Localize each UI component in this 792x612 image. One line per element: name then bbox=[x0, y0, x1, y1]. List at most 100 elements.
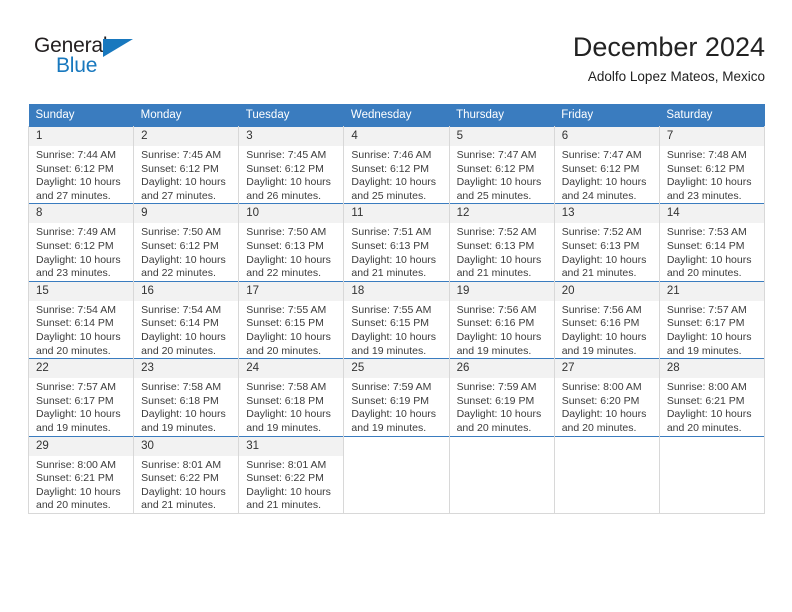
day-sun-info: Sunrise: 7:56 AM Sunset: 6:16 PM Daylight:… bbox=[450, 301, 554, 358]
daylight-duration-line2: and 19 minutes. bbox=[141, 421, 216, 434]
calendar-day-cell[interactable]: 3 Sunrise: 7:45 AM Sunset: 6:12 PM Daylight… bbox=[238, 125, 345, 204]
sunrise-time: Sunrise: 7:56 AM bbox=[561, 303, 642, 316]
day-number: 21 bbox=[659, 281, 764, 301]
calendar-day-cell[interactable]: 27 Sunrise: 8:00 AM Sunset: 6:20 PM Dayligh… bbox=[554, 358, 660, 436]
sunset-time: Sunset: 6:13 PM bbox=[456, 239, 535, 252]
calendar-day-cell[interactable]: 25 Sunrise: 7:59 AM Sunset: 6:19 PM Dayligh… bbox=[343, 358, 450, 436]
sunset-time: Sunset: 6:12 PM bbox=[36, 239, 114, 252]
day-sun-info: Sunrise: 7:50 AM Sunset: 6:13 PM Daylight:… bbox=[239, 223, 343, 280]
title-block: December 2024 Adolfo Lopez Mateos, Mexic… bbox=[573, 30, 765, 87]
calendar-day-cell[interactable]: 29 Sunrise: 8:00 AM Sunset: 6:21 PM Dayligh… bbox=[27, 435, 135, 514]
daylight-duration-line1: Daylight: 10 hours bbox=[36, 485, 121, 498]
day-number: 3 bbox=[239, 127, 344, 146]
calendar-day-cell[interactable]: 23 Sunrise: 7:58 AM Sunset: 6:18 PM Dayligh… bbox=[133, 358, 240, 436]
daylight-duration-line2: and 25 minutes. bbox=[351, 189, 427, 202]
daylight-duration-line2: and 25 minutes. bbox=[456, 189, 532, 202]
day-sun-info: Sunrise: 7:51 AM Sunset: 6:13 PM Daylight:… bbox=[344, 223, 448, 280]
calendar-day-cell[interactable]: 5 Sunrise: 7:47 AM Sunset: 6:12 PM Daylight… bbox=[449, 125, 555, 204]
day-number: 14 bbox=[659, 204, 764, 224]
daylight-duration-line1: Daylight: 10 hours bbox=[351, 408, 437, 421]
page-title: December 2024 bbox=[572, 32, 765, 62]
day-number: 10 bbox=[239, 204, 344, 224]
calendar-day-cell[interactable]: 11 Sunrise: 7:51 AM Sunset: 6:13 PM Dayligh… bbox=[343, 203, 450, 282]
calendar-day-cell[interactable]: 28 Sunrise: 8:00 AM Sunset: 6:21 PM Dayligh… bbox=[659, 358, 766, 436]
sunrise-time: Sunrise: 8:00 AM bbox=[561, 381, 642, 394]
daylight-duration-line2: and 20 minutes. bbox=[666, 421, 742, 434]
day-number: 27 bbox=[554, 359, 659, 379]
sunrise-time: Sunrise: 7:52 AM bbox=[561, 226, 642, 239]
page-header: General Blue December 2024 Adolfo Lopez … bbox=[28, 30, 765, 96]
day-number: 5 bbox=[449, 127, 554, 146]
sunset-time: Sunset: 6:17 PM bbox=[666, 317, 745, 330]
day-number: 4 bbox=[344, 127, 449, 146]
sunrise-time: Sunrise: 7:45 AM bbox=[141, 149, 222, 161]
daylight-duration-line2: and 20 minutes. bbox=[456, 421, 532, 434]
sunrise-time: Sunrise: 7:45 AM bbox=[246, 149, 327, 161]
day-number: 13 bbox=[554, 204, 659, 224]
calendar-day-cell[interactable]: 8 Sunrise: 7:49 AM Sunset: 6:12 PM Daylight… bbox=[27, 203, 135, 282]
daylight-duration-line2: and 19 minutes. bbox=[561, 344, 637, 357]
sunrise-time: Sunrise: 7:54 AM bbox=[141, 303, 222, 316]
daylight-duration-line1: Daylight: 10 hours bbox=[141, 330, 226, 343]
calendar-header-row: Sunday Monday Tuesday Wednesday Thursday… bbox=[28, 104, 765, 127]
sunset-time: Sunset: 6:12 PM bbox=[666, 162, 745, 175]
sunrise-time: Sunrise: 7:54 AM bbox=[36, 303, 116, 316]
sunrise-time: Sunrise: 7:48 AM bbox=[666, 149, 747, 161]
day-sun-info: Sunrise: 7:56 AM Sunset: 6:16 PM Daylight:… bbox=[555, 301, 659, 358]
daylight-duration-line1: Daylight: 10 hours bbox=[141, 485, 226, 498]
calendar-day-cell[interactable]: 7 Sunrise: 7:48 AM Sunset: 6:12 PM Daylight… bbox=[659, 125, 766, 204]
day-number: 28 bbox=[659, 359, 764, 379]
sunrise-time: Sunrise: 7:44 AM bbox=[36, 149, 116, 161]
day-number: 6 bbox=[554, 127, 659, 146]
calendar-day-cell[interactable]: 15 Sunrise: 7:54 AM Sunset: 6:14 PM Dayligh… bbox=[27, 280, 135, 359]
daylight-duration-line1: Daylight: 10 hours bbox=[456, 253, 542, 266]
day-sun-info: Sunrise: 7:59 AM Sunset: 6:19 PM Daylight:… bbox=[344, 378, 448, 435]
calendar-day-cell[interactable]: 12 Sunrise: 7:52 AM Sunset: 6:13 PM Dayligh… bbox=[449, 203, 555, 282]
calendar-day-cell[interactable]: 4 Sunrise: 7:46 AM Sunset: 6:12 PM Daylight… bbox=[343, 125, 450, 204]
day-sun-info: Sunrise: 7:44 AM Sunset: 6:12 PM Daylight:… bbox=[29, 146, 133, 203]
calendar-day-cell[interactable]: 19 Sunrise: 7:56 AM Sunset: 6:16 PM Dayligh… bbox=[449, 280, 555, 359]
sunrise-time: Sunrise: 7:55 AM bbox=[351, 303, 432, 316]
calendar-day-cell[interactable]: 14 Sunrise: 7:53 AM Sunset: 6:14 PM Dayligh… bbox=[659, 203, 766, 282]
calendar-day-cell[interactable]: 9 Sunrise: 7:50 AM Sunset: 6:12 PM Daylight… bbox=[133, 203, 240, 282]
sunset-time: Sunset: 6:14 PM bbox=[666, 239, 745, 252]
sunset-time: Sunset: 6:21 PM bbox=[666, 394, 745, 407]
calendar-day-cell[interactable]: 6 Sunrise: 7:47 AM Sunset: 6:12 PM Daylight… bbox=[554, 125, 660, 204]
sunrise-time: Sunrise: 7:51 AM bbox=[351, 226, 432, 239]
calendar-day-cell[interactable]: 31 Sunrise: 8:01 AM Sunset: 6:22 PM Dayligh… bbox=[238, 435, 345, 514]
daylight-duration-line1: Daylight: 10 hours bbox=[561, 408, 647, 421]
daylight-duration-line2: and 21 minutes. bbox=[141, 499, 216, 512]
daylight-duration-line1: Daylight: 10 hours bbox=[561, 176, 647, 189]
calendar-day-cell[interactable]: 22 Sunrise: 7:57 AM Sunset: 6:17 PM Dayligh… bbox=[27, 358, 135, 436]
day-number: 17 bbox=[239, 281, 344, 301]
calendar-day-cell[interactable]: 2 Sunrise: 7:45 AM Sunset: 6:12 PM Daylight… bbox=[133, 125, 240, 204]
sunset-time: Sunset: 6:16 PM bbox=[561, 317, 640, 330]
day-number: 23 bbox=[134, 359, 239, 379]
day-sun-info: Sunrise: 7:52 AM Sunset: 6:13 PM Daylight:… bbox=[555, 223, 659, 280]
daylight-duration-line1: Daylight: 10 hours bbox=[561, 253, 647, 266]
sunrise-time: Sunrise: 8:00 AM bbox=[36, 458, 116, 471]
calendar-day-cell[interactable]: 17 Sunrise: 7:55 AM Sunset: 6:15 PM Dayligh… bbox=[238, 280, 345, 359]
day-sun-info: Sunrise: 8:00 AM Sunset: 6:21 PM Daylight:… bbox=[660, 378, 764, 435]
daylight-duration-line2: and 22 minutes. bbox=[246, 267, 321, 280]
daylight-duration-line1: Daylight: 10 hours bbox=[246, 253, 331, 266]
weekday-header-saturday: Saturday bbox=[659, 104, 765, 127]
calendar-day-cell[interactable]: 18 Sunrise: 7:55 AM Sunset: 6:15 PM Dayligh… bbox=[343, 280, 450, 359]
calendar-day-cell[interactable]: 30 Sunrise: 8:01 AM Sunset: 6:22 PM Dayligh… bbox=[133, 435, 240, 514]
calendar-day-cell[interactable]: 1 Sunrise: 7:44 AM Sunset: 6:12 PM Daylight… bbox=[27, 125, 135, 204]
day-sun-info: Sunrise: 7:48 AM Sunset: 6:12 PM Daylight:… bbox=[660, 146, 764, 203]
daylight-duration-line2: and 20 minutes. bbox=[561, 421, 637, 434]
calendar-day-cell[interactable]: 13 Sunrise: 7:52 AM Sunset: 6:13 PM Dayligh… bbox=[554, 203, 660, 282]
daylight-duration-line2: and 20 minutes. bbox=[666, 267, 742, 280]
weekday-header-sunday: Sunday bbox=[28, 104, 134, 127]
day-sun-info: Sunrise: 8:00 AM Sunset: 6:20 PM Daylight:… bbox=[555, 378, 659, 435]
calendar-day-cell[interactable]: 21 Sunrise: 7:57 AM Sunset: 6:17 PM Dayligh… bbox=[659, 280, 766, 359]
calendar-day-cell[interactable]: 20 Sunrise: 7:56 AM Sunset: 6:16 PM Dayligh… bbox=[554, 280, 660, 359]
calendar-day-cell[interactable]: 24 Sunrise: 7:58 AM Sunset: 6:18 PM Dayligh… bbox=[238, 358, 345, 436]
sunset-time: Sunset: 6:19 PM bbox=[351, 394, 430, 407]
daylight-duration-line1: Daylight: 10 hours bbox=[666, 253, 752, 266]
calendar-day-cell[interactable]: 16 Sunrise: 7:54 AM Sunset: 6:14 PM Dayligh… bbox=[133, 280, 240, 359]
calendar-day-cell[interactable]: 10 Sunrise: 7:50 AM Sunset: 6:13 PM Dayligh… bbox=[238, 203, 345, 282]
daylight-duration-line1: Daylight: 10 hours bbox=[36, 176, 121, 189]
calendar-day-cell[interactable]: 26 Sunrise: 7:59 AM Sunset: 6:19 PM Dayligh… bbox=[449, 358, 555, 436]
